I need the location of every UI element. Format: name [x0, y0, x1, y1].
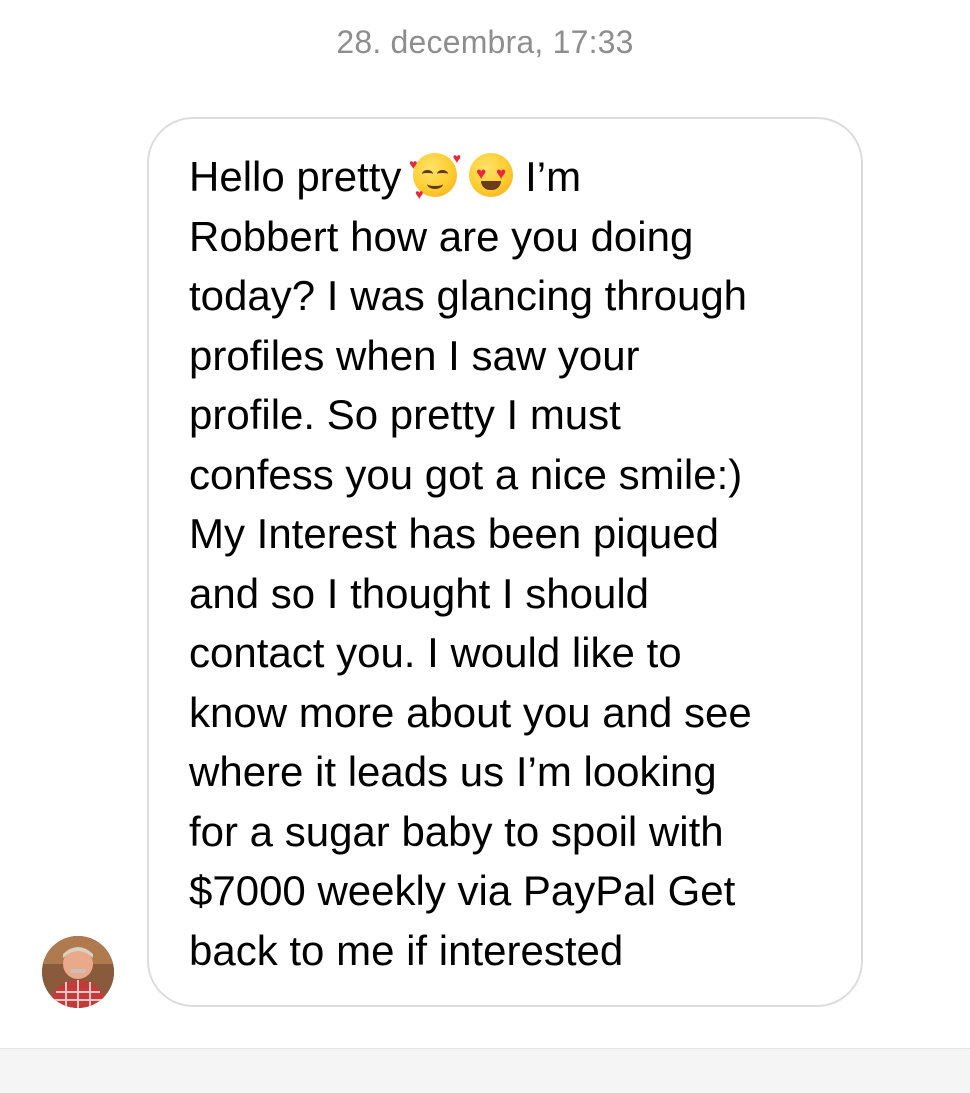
chat-thread: 28. decembra, 17:33 Hello pretty ♥ ♥ ♥ ♥ ♥ I’…: [0, 0, 970, 1093]
message-bubble[interactable]: Hello pretty ♥ ♥ ♥ ♥ ♥ I’m Robbert how are yo…: [147, 117, 863, 1007]
avatar-image: [42, 936, 114, 1008]
message-greeting: Hello pretty: [189, 153, 402, 200]
smiling-face-with-hearts-icon: ♥ ♥ ♥: [409, 150, 462, 202]
message-timestamp: 28. decembra, 17:33: [336, 24, 634, 60]
composer-area: [0, 1048, 970, 1093]
message-body: I’m Robbert how are you doing today? I w…: [189, 153, 752, 974]
heart-eyes-icon: ♥ ♥: [469, 153, 514, 197]
message-text: Hello pretty ♥ ♥ ♥ ♥ ♥ I’m Robbert how are yo…: [189, 147, 829, 980]
sender-avatar[interactable]: [42, 936, 114, 1008]
emoji-group: ♥ ♥ ♥ ♥ ♥: [409, 147, 525, 207]
